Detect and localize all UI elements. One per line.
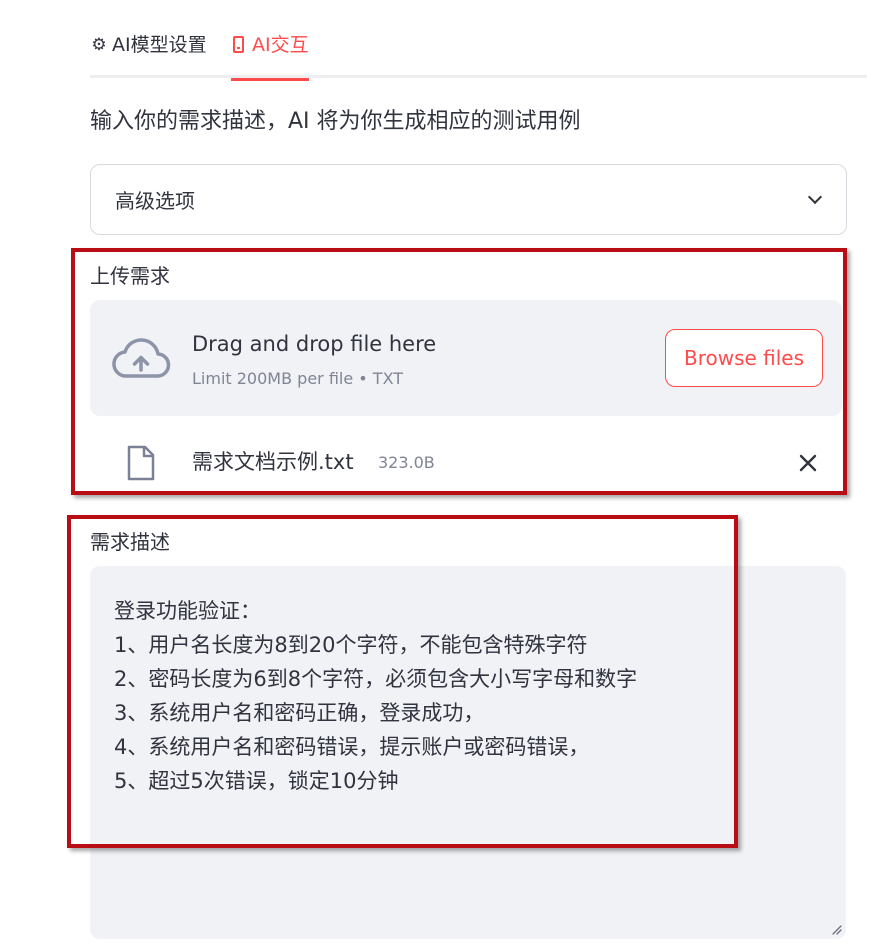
browse-files-button[interactable]: Browse files [665,329,823,387]
tab-label: AI交互 [252,34,309,56]
gear-icon: ⚙ [91,35,107,55]
file-size: 323.0B [378,453,435,472]
tab-ai-model-settings[interactable]: ⚙ AI模型设置 [90,32,207,78]
expander-label: 高级选项 [115,189,195,213]
phone-icon [233,36,244,53]
textarea-line: 3、系统用户名和密码正确，登录成功， [114,701,485,725]
intro-text: 输入你的需求描述，AI 将为你生成相应的测试用例 [90,109,581,134]
description-label: 需求描述 [90,530,170,554]
file-name: 需求文档示例.txt [192,450,354,474]
uploaded-file-row: 需求文档示例.txt 323.0B [90,440,830,484]
file-dropzone[interactable]: Drag and drop file here Limit 200MB per … [90,300,842,416]
textarea-line: 4、系统用户名和密码错误，提示账户或密码错误， [114,735,590,759]
textarea-line: 5、超过5次错误，锁定10分钟 [114,769,399,793]
dropzone-title: Drag and drop file here [192,332,437,356]
resize-grip-icon[interactable] [830,923,842,935]
cloud-upload-icon [112,338,171,378]
textarea-line: 2、密码长度为6到8个字符，必须包含大小写字母和数字 [114,667,638,691]
tab-bar: ⚙ AI模型设置 AI交互 [90,0,867,81]
advanced-options-expander[interactable]: 高级选项 [90,164,847,235]
chevron-down-icon [807,189,823,205]
upload-label: 上传需求 [90,264,170,288]
description-textarea[interactable]: 登录功能验证： 1、用户名长度为8到20个字符，不能包含特殊字符 2、密码长度为… [90,566,846,939]
dropzone-limit: Limit 200MB per file • TXT [192,369,404,388]
tab-label: AI模型设置 [112,34,207,56]
close-icon[interactable] [798,453,818,473]
file-icon [127,445,155,481]
page: ⚙ AI模型设置 AI交互 输入你的需求描述，AI 将为你生成相应的测试用例 高… [0,0,869,952]
textarea-line: 1、用户名长度为8到20个字符，不能包含特殊字符 [114,633,588,657]
tab-ai-interaction[interactable]: AI交互 [231,32,309,81]
textarea-line: 登录功能验证： [114,599,261,623]
